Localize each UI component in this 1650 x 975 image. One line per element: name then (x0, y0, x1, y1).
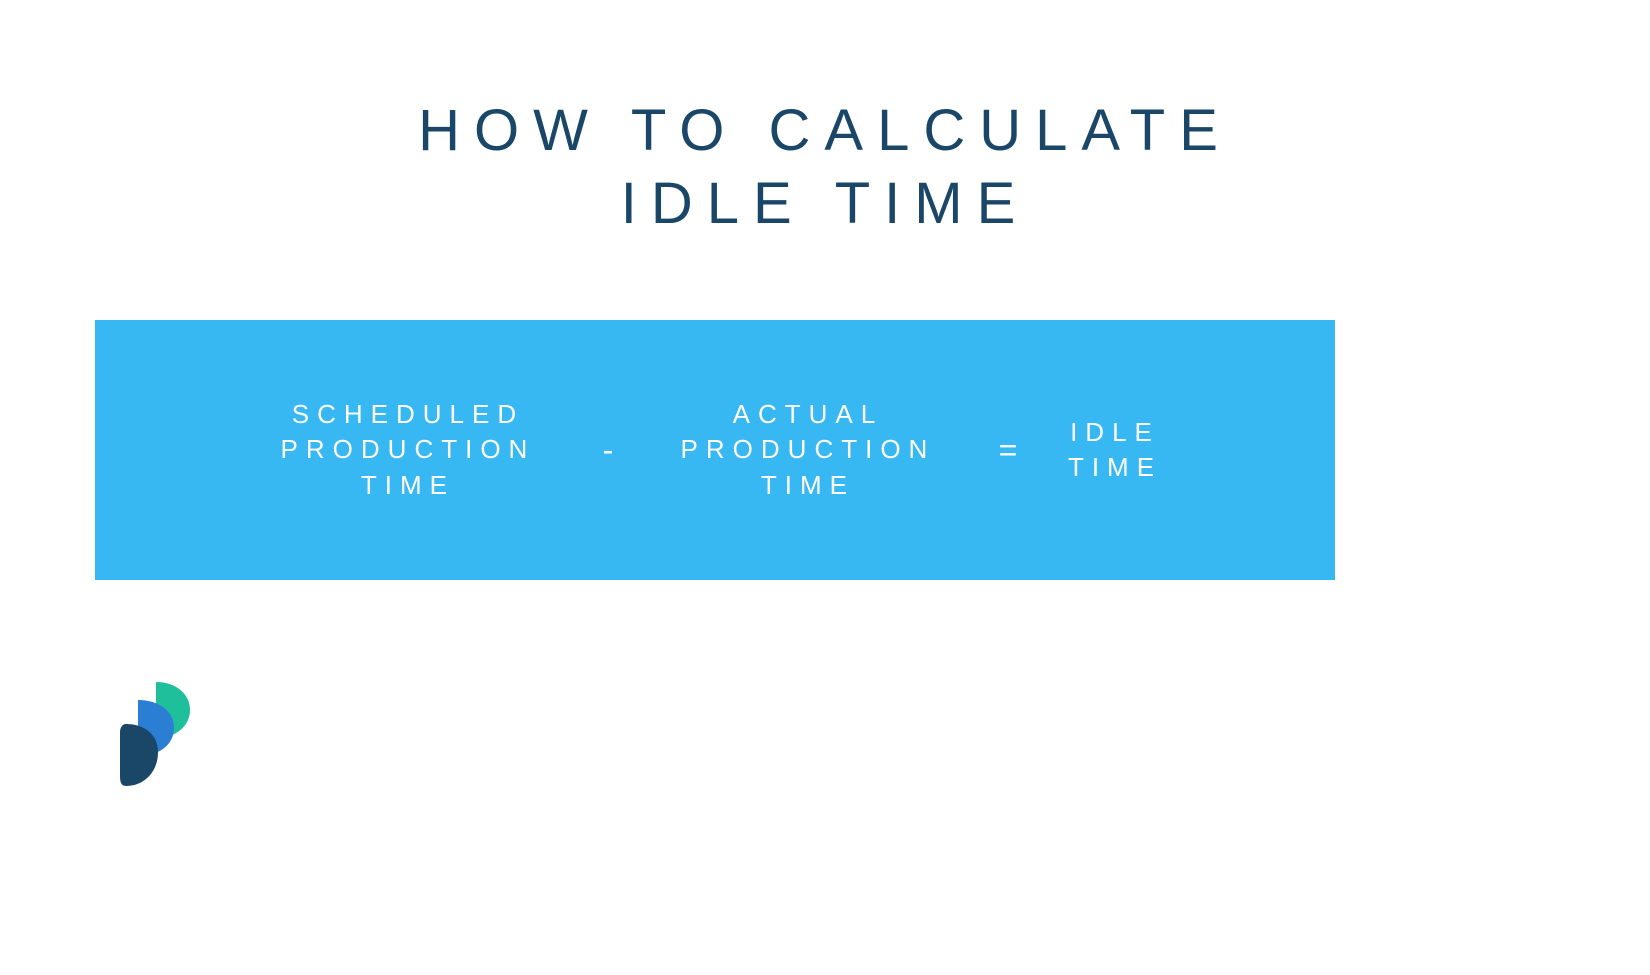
formula-container: SCHEDULED PRODUCTION TIME - ACTUAL PRODU… (95, 320, 1335, 580)
minus-operator: - (588, 432, 628, 469)
formula-term-idle: IDLE TIME (1068, 415, 1162, 485)
brand-logo-icon (118, 680, 196, 790)
page-title: HOW TO CALCULATE IDLE TIME (0, 0, 1650, 240)
formula-term-scheduled: SCHEDULED PRODUCTION TIME (268, 397, 548, 502)
formula-term-actual: ACTUAL PRODUCTION TIME (668, 397, 948, 502)
equals-operator: = (988, 432, 1028, 469)
